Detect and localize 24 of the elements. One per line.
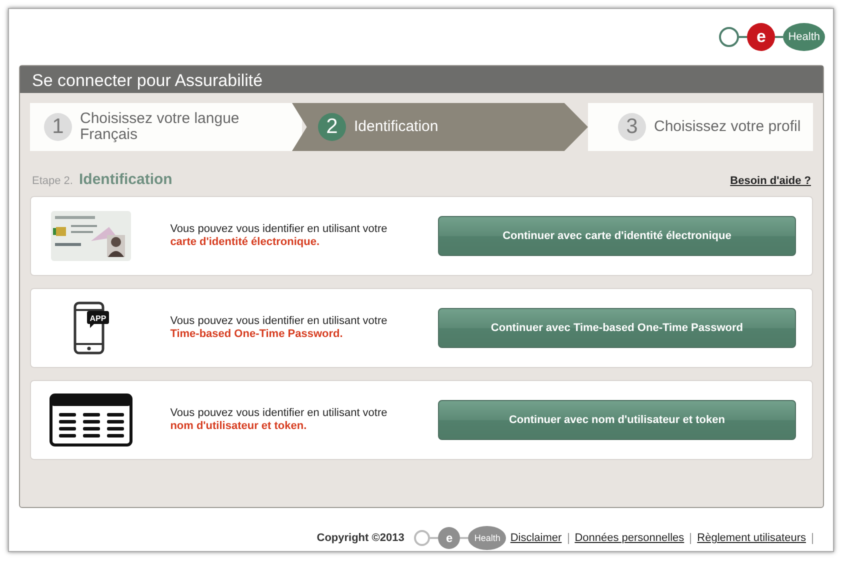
ehealth-logo: e Health xyxy=(414,526,506,550)
ehealth-logo: e Health xyxy=(719,23,825,51)
step-label: Choisissez votre langue xyxy=(80,111,240,127)
panel-title: Se connecter pour Assurabilité xyxy=(32,71,263,90)
option-description: Vous pouvez vous identifier en utilisant votre Time-based One-Time Password. xyxy=(170,314,388,342)
step-number: 2 xyxy=(318,113,346,141)
footer-link[interactable]: Disclaimer xyxy=(510,532,562,544)
continue-button[interactable]: Continuer avec carte d'identité électronique xyxy=(438,216,796,256)
footer-link[interactable]: Données personnelles xyxy=(574,532,684,544)
token-card-icon xyxy=(48,393,133,447)
step-label: Choisissez votre profil xyxy=(654,119,801,135)
copyright-text: Copyright ©2013 xyxy=(316,532,404,544)
option-description: Vous pouvez vous identifier en utilisant votre carte d'identité électronique. xyxy=(170,222,388,250)
step-label: Identification xyxy=(354,119,438,135)
help-link[interactable]: Besoin d'aide ? xyxy=(730,175,811,187)
section-title: Identification xyxy=(78,171,172,188)
step-caption: Etape 2. xyxy=(32,175,73,187)
step-number: 1 xyxy=(44,113,72,141)
continue-button[interactable]: Continuer avec Time-based One-Time Password xyxy=(438,308,796,348)
step-number: 3 xyxy=(618,113,646,141)
continue-button[interactable]: Continuer avec nom d'utilisateur et token xyxy=(438,400,796,440)
option-description: Vous pouvez vous identifier en utilisant votre nom d'utilisateur et token. xyxy=(170,406,388,434)
footer-link[interactable]: Règlement utilisateurs xyxy=(697,532,806,544)
step-sublabel: Français xyxy=(80,127,139,143)
